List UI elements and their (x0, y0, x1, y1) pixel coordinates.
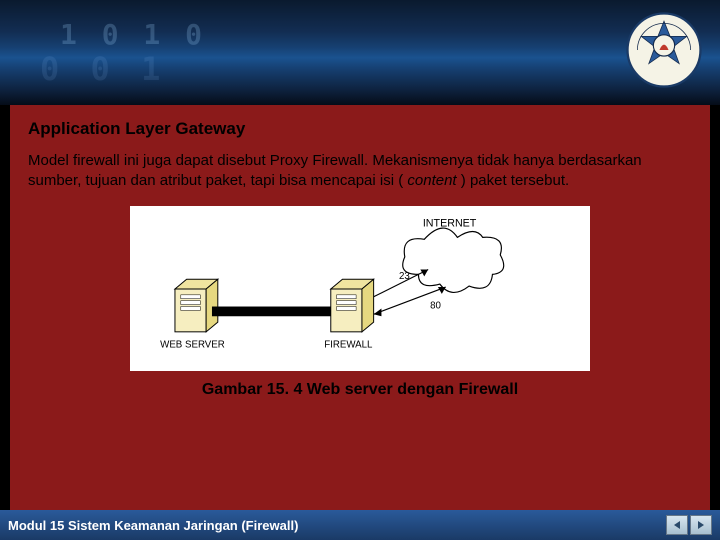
footer-title: Modul 15 Sistem Keamanan Jaringan (Firew… (8, 518, 666, 533)
slide-body: Model firewall ini juga dapat disebut Pr… (28, 151, 692, 192)
svg-text:80: 80 (430, 300, 441, 311)
body-italic: content (407, 172, 456, 189)
next-button[interactable] (690, 515, 712, 535)
decorative-binary: 1 0 1 0 (60, 18, 206, 51)
body-text: ) paket tersebut. (457, 172, 570, 189)
svg-text:FIREWALL: FIREWALL (324, 339, 373, 350)
lan-link (212, 306, 331, 316)
svg-text:INTERNET: INTERNET (423, 217, 477, 229)
link-port-23: 23 (374, 269, 429, 296)
figure-caption: Gambar 15. 4 Web server dengan Firewall (28, 381, 692, 399)
nav-arrows (666, 515, 712, 535)
prev-button[interactable] (666, 515, 688, 535)
tut-wuri-handayani-emblem (626, 12, 702, 88)
decorative-binary: 0 0 1 (40, 50, 166, 88)
svg-text:23: 23 (399, 271, 410, 282)
slide-header: 1 0 1 0 0 0 1 (0, 0, 720, 105)
internet-cloud: INTERNET (403, 217, 504, 292)
slide-title: Application Layer Gateway (28, 119, 692, 139)
network-diagram: INTERNET WEB SERVER FIREWALL (130, 206, 590, 371)
firewall-box: FIREWALL (324, 279, 373, 350)
slide-content: Application Layer Gateway Model firewall… (10, 105, 710, 510)
svg-text:WEB SERVER: WEB SERVER (160, 339, 225, 350)
slide-footer: Modul 15 Sistem Keamanan Jaringan (Firew… (0, 510, 720, 540)
